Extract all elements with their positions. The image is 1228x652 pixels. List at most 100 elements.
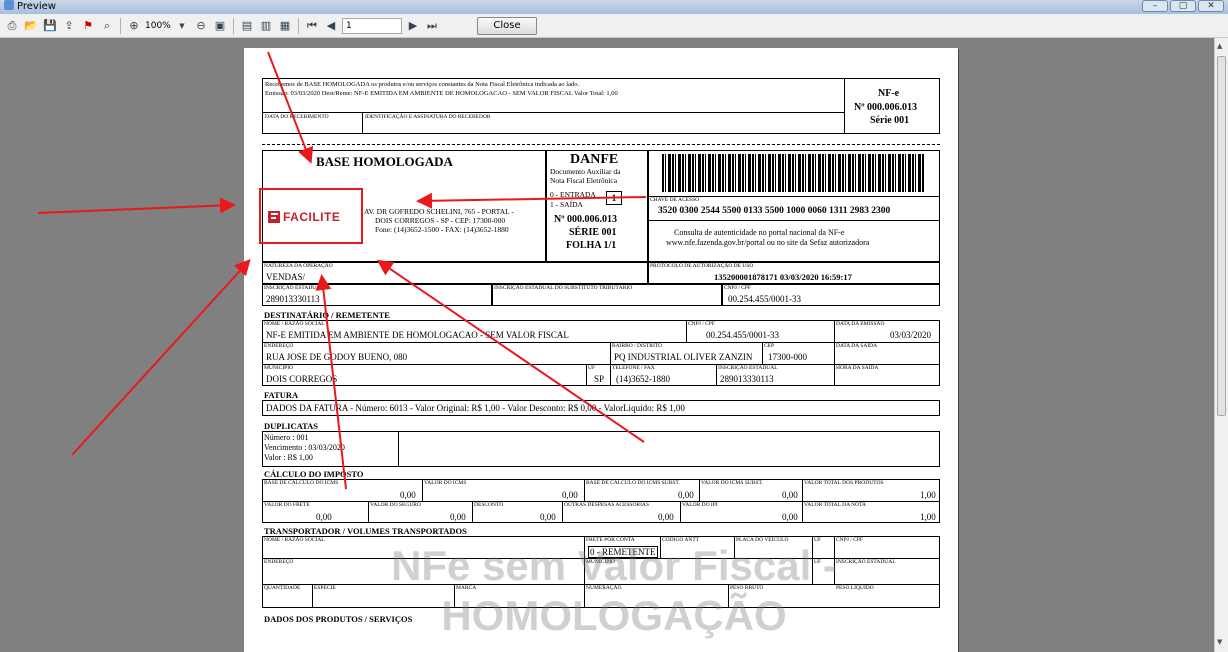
tax-value: 1,00 [920, 490, 936, 500]
first-page-icon[interactable]: ⏮ [304, 18, 320, 34]
exit-date-label: DATA DA SAÍDA [836, 343, 878, 349]
iest-label: INSCRIÇÃO ESTADUAL DO SUBSTITUTO TRIBUTÁ… [494, 285, 633, 291]
cep-label: CEP [764, 343, 775, 349]
tax-value: 0,00 [540, 512, 556, 522]
next-page-icon[interactable]: ▶ [405, 18, 421, 34]
chevron-down-icon[interactable]: ▼ [174, 18, 190, 34]
danfe-tipo: 1 [606, 191, 622, 205]
ie-value: 289013330113 [266, 294, 320, 304]
two-page-icon[interactable]: ▥ [258, 18, 274, 34]
vertical-scrollbar[interactable]: ▲ ▼ [1214, 38, 1228, 652]
app-icon [4, 0, 14, 10]
danfe-title: DANFE [570, 152, 619, 167]
receipt-nfe-serie: Série 001 [870, 115, 910, 126]
cnpj-label: CNPJ / CPF [724, 285, 751, 291]
divider [844, 78, 845, 134]
tax-value: 0,00 [562, 490, 578, 500]
save-icon[interactable]: 💾 [42, 18, 58, 34]
district-value: PQ INDUSTRIAL OLIVER ZANZIN [614, 352, 753, 362]
divider [586, 364, 587, 386]
city-label: MUNICÍPIO [264, 365, 294, 371]
protocol-label: PROTOCOLO DE AUTORIZAÇÃO DE USO [650, 263, 754, 269]
tax-label: DESCONTO [474, 502, 504, 508]
close-window-button[interactable]: ✕ [1198, 0, 1224, 12]
receipt-text-2: Emissão: 03/03/2020 Dest/Reme: NF-E EMIT… [265, 90, 618, 97]
toolbar-separator [233, 17, 234, 34]
export-icon[interactable]: ⇪ [61, 18, 77, 34]
print-icon[interactable]: ⎙ [4, 18, 20, 34]
address-value: RUA JOSE DE GODOY BUENO, 080 [266, 352, 408, 362]
danfe-saida: 1 - SAÍDA [550, 200, 583, 209]
duplicate-number: Número : 001 [264, 433, 309, 442]
tax-value: 0,00 [316, 512, 332, 522]
divider [686, 320, 687, 342]
prev-page-icon[interactable]: ◀ [323, 18, 339, 34]
access-key-label: CHAVE DE ACESSO [650, 197, 700, 203]
danfe-sub-1: Documento Auxiliar da [550, 167, 621, 176]
single-page-icon[interactable]: ▤ [239, 18, 255, 34]
scroll-up-icon[interactable]: ▲ [1217, 42, 1222, 50]
receipt-sign-label: IDENTIFICAÇÃO E ASSINATURA DO RECEBEDOR [365, 114, 491, 120]
cep-value: 17300-000 [768, 352, 807, 362]
preview-toolbar: ⎙ 📂 💾 ⇪ ⚑ ⌕ ⊕ 100% ▼ ⊖ ▣ ▤ ▥ ▦ ⏮ ◀ 1 ▶ ⏭… [0, 14, 1228, 38]
pdf-icon[interactable]: ⚑ [80, 18, 96, 34]
window-titlebar: Preview – ▢ ✕ [0, 0, 1228, 14]
danfe-serie: SÉRIE 001 [569, 227, 617, 238]
issuer-address-1: AV. DR GOFREDO SCHELINI, 765 - PORTAL - [364, 207, 514, 216]
tax-label: VALOR TOTAL DA NOTA [804, 502, 867, 508]
tax-value: 1,00 [920, 512, 936, 522]
close-button[interactable]: Close [477, 16, 537, 35]
last-page-icon[interactable]: ⏭ [424, 18, 440, 34]
tax-label: OUTRAS DESPESAS ACESSÓRIAS [564, 502, 649, 508]
window-title: Preview [17, 1, 56, 12]
toolbar-separator [120, 17, 121, 34]
page-number-input[interactable]: 1 [342, 17, 402, 34]
toolbar-separator [298, 17, 299, 34]
district-label: BAIRRO / DISTRITO [612, 343, 663, 349]
zoom-out-icon[interactable]: ⊖ [193, 18, 209, 34]
consult-text-1: Consulta de autenticidade no portal naci… [674, 228, 845, 237]
recipient-ie-label: INSCRIÇÃO ESTADUAL [718, 365, 778, 371]
duplicate-value: Valor : R$ 1,00 [264, 453, 313, 462]
duplicates-box [262, 431, 940, 467]
divider [834, 320, 835, 386]
transport-section-title: TRANSPORTADOR / VOLUMES TRANSPORTADOS [264, 526, 467, 536]
divider [610, 342, 611, 386]
document-viewer[interactable]: Recebemos de BASE HOMOLOGADA os produtos… [0, 38, 1214, 652]
tax-label: VALOR DO SEGURO [370, 502, 421, 508]
recipient-ie-value: 289013330113 [720, 374, 774, 384]
issuer-address-2: DOIS CORREGOS - SP - CEP: 17300-000 [375, 216, 506, 225]
watermark-line-1: NFe sem Valor Fiscal - [391, 542, 837, 589]
recipient-name: NF-E EMITIDA EM AMBIENTE DE HOMOLOGACAO … [266, 330, 569, 340]
tax-value: 0,00 [658, 512, 674, 522]
tax-label: VALOR DO ICMS [424, 480, 467, 486]
logo-highlight-box [259, 188, 363, 244]
danfe-folha: FOLHA 1/1 [566, 240, 617, 251]
multi-page-icon[interactable]: ▦ [277, 18, 293, 34]
divider [584, 479, 585, 501]
duplicate-due: Vencimento : 03/03/2020 [264, 443, 345, 452]
zoom-in-icon[interactable]: ⊕ [126, 18, 142, 34]
receipt-date-label: DATA DO RECEBIMENTO [265, 114, 329, 120]
divider [802, 479, 803, 523]
fit-page-icon[interactable]: ▣ [212, 18, 228, 34]
recipient-cnpj: 00.254.455/0001-33 [706, 330, 779, 340]
tax-label: BASE DE CÁLCULO DO ICMS SUBST. [586, 480, 680, 486]
recipient-name-label: NOME / RAZÃO SOCIAL [264, 321, 325, 327]
divider [648, 220, 940, 221]
scroll-down-icon[interactable]: ▼ [1217, 638, 1222, 646]
tax-label: VALOR TOTAL DOS PRODUTOS [804, 480, 884, 486]
find-icon[interactable]: ⌕ [99, 18, 115, 34]
minimize-button[interactable]: – [1142, 0, 1168, 12]
scrollbar-thumb[interactable] [1217, 56, 1226, 416]
maximize-button[interactable]: ▢ [1170, 0, 1196, 12]
uf-value: SP [594, 374, 605, 384]
protocol-value: 135200001878171 03/03/2020 16:59:17 [714, 272, 852, 282]
zoom-select[interactable]: 100% [145, 21, 171, 31]
tax-value: 0,00 [400, 490, 416, 500]
watermark-line-2: HOMOLOGAÇÃO [441, 592, 787, 639]
open-icon[interactable]: 📂 [23, 18, 39, 34]
divider [762, 342, 763, 364]
ie-label: INSCRIÇÃO ESTADUAL [264, 285, 324, 291]
tax-label: VALOR DO ICMS SUBST. [701, 480, 763, 486]
